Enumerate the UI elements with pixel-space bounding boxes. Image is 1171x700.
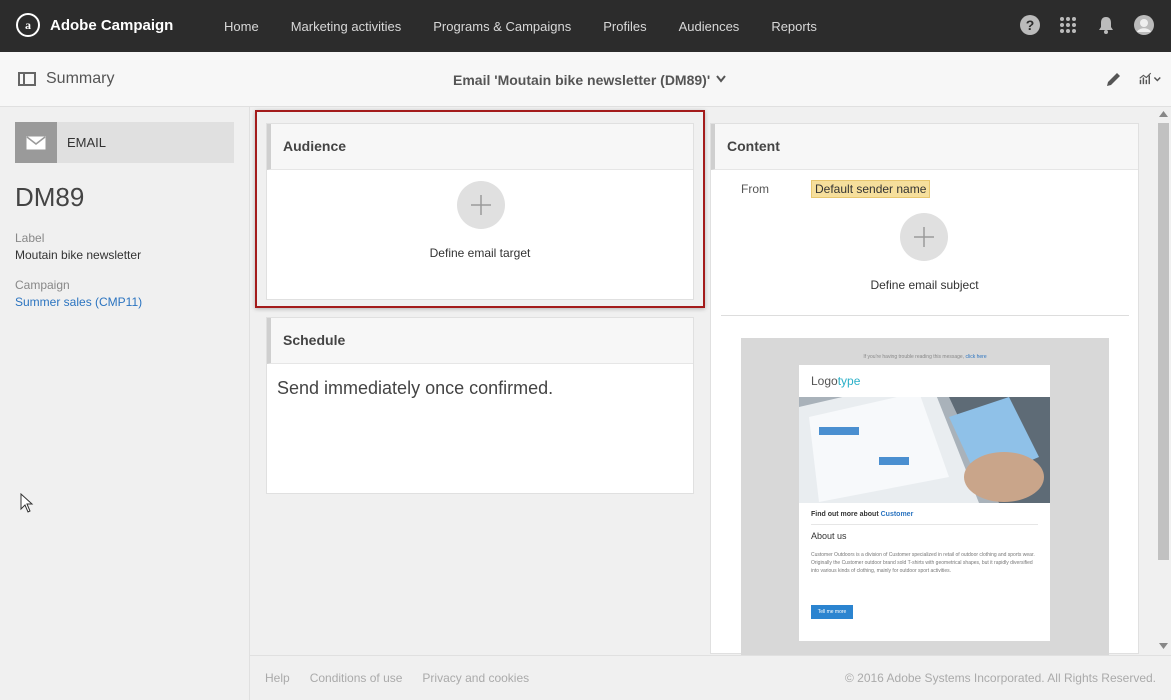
divider <box>721 315 1129 316</box>
preview-find-brand: Customer <box>880 511 914 518</box>
top-bar: a Adobe Campaign Home Marketing activiti… <box>0 0 1171 52</box>
label-value: Moutain bike newsletter <box>15 248 142 262</box>
campaign-title: Campaign <box>15 278 70 292</box>
schedule-text: Send immediately once confirmed. <box>277 378 554 398</box>
delivery-type-label: EMAIL <box>67 135 107 150</box>
preview-logo-a: Logo <box>811 374 838 388</box>
preview-divider <box>811 524 1038 525</box>
reports-chart-icon[interactable] <box>1139 68 1161 90</box>
sub-header: Summary Email 'Moutain bike newsletter (… <box>0 52 1171 107</box>
nav-home[interactable]: Home <box>224 19 259 34</box>
define-email-subject[interactable]: Define email subject <box>711 278 1138 292</box>
brand[interactable]: a Adobe Campaign <box>16 13 173 37</box>
adobe-campaign-logo-icon: a <box>16 13 40 37</box>
email-preview[interactable]: If you're having trouble reading this me… <box>741 338 1109 658</box>
help-icon[interactable]: ? <box>1019 14 1041 36</box>
apps-grid-icon[interactable] <box>1057 14 1079 36</box>
content-title: Content <box>711 124 1138 170</box>
preview-tell-me-more-button: Tell me more <box>811 605 853 619</box>
user-avatar-icon[interactable] <box>1133 14 1155 36</box>
add-subject-button[interactable] <box>900 213 948 261</box>
page-title-text: Email 'Moutain bike newsletter (DM89)' <box>453 72 711 88</box>
nav-audiences[interactable]: Audiences <box>679 19 740 34</box>
summary-panel: EMAIL DM89 Label Moutain bike newsletter… <box>0 107 250 700</box>
preview-logo: Logotype <box>811 374 860 388</box>
nav-profiles[interactable]: Profiles <box>603 19 646 34</box>
copyright: © 2016 Adobe Systems Incorporated. All R… <box>844 671 1156 685</box>
footer-privacy-link[interactable]: Privacy and cookies <box>422 671 529 685</box>
preview-about-title: About us <box>811 531 847 541</box>
audience-highlight-frame <box>255 110 705 308</box>
nav-programs-campaigns[interactable]: Programs & Campaigns <box>433 19 571 34</box>
schedule-card: Schedule Send immediately once confirmed… <box>266 317 694 494</box>
delivery-code: DM89 <box>15 182 85 212</box>
envelope-icon <box>15 122 57 163</box>
scroll-up-icon[interactable] <box>1159 110 1168 119</box>
chevron-down-icon <box>716 74 726 86</box>
summary-label: Summary <box>46 70 115 87</box>
footer-help-link[interactable]: Help <box>265 671 290 685</box>
preview-body: Logotype Find out more about Customer Ab… <box>799 365 1050 641</box>
footer: Help Conditions of use Privacy and cooki… <box>250 655 1171 700</box>
panel-icon <box>18 72 36 86</box>
sub-tools <box>1089 68 1161 90</box>
nav-marketing-activities[interactable]: Marketing activities <box>291 19 402 34</box>
preview-top-line: If you're having trouble reading this me… <box>741 354 1109 360</box>
scroll-thumb[interactable] <box>1158 123 1169 560</box>
preview-find-text: Find out more about <box>811 511 879 518</box>
preview-top-link: click here <box>965 354 987 360</box>
schedule-title: Schedule <box>267 318 693 364</box>
logo-letter: a <box>25 17 31 32</box>
page-title[interactable]: Email 'Moutain bike newsletter (DM89)' <box>453 72 726 88</box>
sender-name-field[interactable]: Default sender name <box>811 180 931 198</box>
main-nav: Home Marketing activities Programs & Cam… <box>224 0 849 52</box>
campaign-link[interactable]: Summer sales (CMP11) <box>15 295 142 309</box>
edit-pencil-icon[interactable] <box>1103 68 1125 90</box>
top-icons: ? <box>1003 14 1155 36</box>
label-title: Label <box>15 231 45 245</box>
scrollbar[interactable] <box>1156 107 1171 654</box>
preview-hero-image <box>799 397 1050 503</box>
summary-toggle[interactable]: Summary <box>18 70 114 88</box>
from-label: From <box>741 182 769 196</box>
content-card: Content From Default sender name Define … <box>710 123 1139 658</box>
mouse-cursor-icon <box>20 492 34 518</box>
preview-logo-b: type <box>837 374 861 388</box>
preview-find-line: Find out more about Customer <box>811 511 913 518</box>
scroll-down-icon[interactable] <box>1159 642 1168 651</box>
nav-reports[interactable]: Reports <box>771 19 817 34</box>
delivery-type: EMAIL <box>15 122 234 163</box>
preview-about-text: Customer Outdoors is a division of Custo… <box>811 552 1035 574</box>
app-name: Adobe Campaign <box>50 16 174 34</box>
footer-conditions-link[interactable]: Conditions of use <box>310 671 403 685</box>
bell-icon[interactable] <box>1095 14 1117 36</box>
preview-top-text: If you're having trouble reading this me… <box>863 354 965 360</box>
